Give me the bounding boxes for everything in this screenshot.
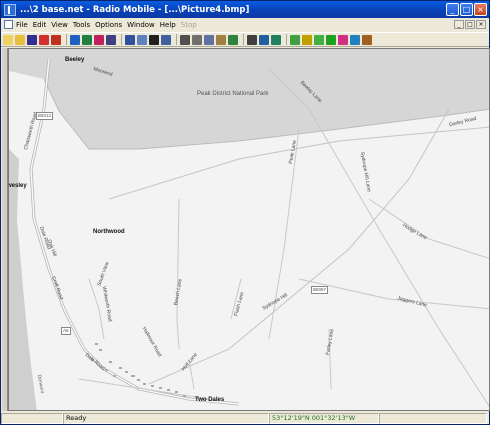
open-icon[interactable] bbox=[15, 34, 25, 45]
place-beeley: Beeley bbox=[65, 57, 85, 63]
menu-options[interactable]: Options bbox=[95, 21, 122, 29]
road-shield-b5057: B5057 bbox=[311, 286, 329, 294]
print-icon[interactable] bbox=[180, 34, 190, 45]
park-label: Peak District National Park bbox=[197, 91, 269, 97]
minimize-button[interactable]: _ bbox=[446, 3, 459, 16]
menu-bar: File Edit View Tools Options Window Help… bbox=[1, 18, 489, 31]
child-minimize-button[interactable]: _ bbox=[454, 20, 464, 29]
layers-icon[interactable] bbox=[216, 34, 226, 45]
frame-icon[interactable] bbox=[247, 34, 257, 45]
child-close-button[interactable]: × bbox=[476, 20, 486, 29]
road-shield-b5012: B5012 bbox=[36, 112, 54, 120]
radar-icon[interactable] bbox=[94, 34, 104, 45]
measure-icon[interactable] bbox=[271, 34, 281, 45]
toolbar-separator bbox=[66, 34, 67, 45]
status-coordinates: 53°12'19"N 001°32'13"W bbox=[269, 413, 379, 424]
menu-file[interactable]: File bbox=[16, 21, 28, 29]
network-icon[interactable] bbox=[39, 34, 49, 45]
grid-icon[interactable] bbox=[125, 34, 135, 45]
paste-icon[interactable] bbox=[204, 34, 214, 45]
link-icon[interactable] bbox=[326, 34, 336, 45]
window-title: ...\2 base.net - Radio Mobile - [...\Pic… bbox=[20, 4, 250, 15]
new-icon[interactable] bbox=[3, 34, 13, 45]
document-icon[interactable] bbox=[4, 20, 13, 29]
menu-view[interactable]: View bbox=[51, 21, 68, 29]
copy-icon[interactable] bbox=[192, 34, 202, 45]
toolbar-separator bbox=[243, 34, 244, 45]
status-state: Ready bbox=[63, 413, 269, 424]
globe-icon[interactable] bbox=[70, 34, 80, 45]
toolbar bbox=[1, 32, 489, 47]
save-icon[interactable] bbox=[27, 34, 37, 45]
status-bar: Ready 53°12'19"N 001°32'13"W bbox=[1, 412, 489, 425]
antenna-icon[interactable] bbox=[290, 34, 300, 45]
page-icon[interactable] bbox=[137, 34, 147, 45]
menu-stop: Stop bbox=[180, 20, 197, 29]
app-window: ...\2 base.net - Radio Mobile - [...\Pic… bbox=[0, 0, 490, 425]
menu-tools[interactable]: Tools bbox=[73, 21, 90, 29]
radio-mobile-app-icon[interactable] bbox=[4, 3, 16, 16]
unit-icon[interactable] bbox=[51, 34, 61, 45]
maximize-button[interactable]: □ bbox=[460, 3, 473, 16]
toolbar-separator bbox=[176, 34, 177, 45]
target-icon[interactable] bbox=[106, 34, 116, 45]
route-icon[interactable] bbox=[338, 34, 348, 45]
place-two-dales: Two Dales bbox=[195, 397, 225, 403]
signal-icon[interactable] bbox=[302, 34, 312, 45]
close-button[interactable]: × bbox=[474, 3, 487, 16]
menu-window[interactable]: Window bbox=[127, 21, 155, 29]
zoom-icon[interactable] bbox=[259, 34, 269, 45]
picture-icon[interactable] bbox=[161, 34, 171, 45]
road-shield-a6: A6 bbox=[61, 327, 71, 335]
map-view[interactable]: Peak District National Park Beeley wesle… bbox=[8, 48, 490, 411]
menu-help[interactable]: Help bbox=[160, 21, 176, 29]
coverage-icon[interactable] bbox=[314, 34, 324, 45]
status-left bbox=[1, 413, 63, 424]
menu-edit[interactable]: Edit bbox=[33, 21, 47, 29]
status-right bbox=[379, 413, 487, 424]
toolbar-separator bbox=[286, 34, 287, 45]
world-icon[interactable] bbox=[350, 34, 360, 45]
map-icon[interactable] bbox=[82, 34, 92, 45]
film-icon[interactable] bbox=[149, 34, 159, 45]
toolbar-separator bbox=[121, 34, 122, 45]
title-bar[interactable]: ...\2 base.net - Radio Mobile - [...\Pic… bbox=[1, 1, 489, 18]
place-northwood: Northwood bbox=[93, 229, 125, 235]
info-icon[interactable] bbox=[362, 34, 372, 45]
child-restore-button[interactable]: □ bbox=[465, 20, 475, 29]
place-wesley: wesley bbox=[8, 183, 27, 189]
export-icon[interactable] bbox=[228, 34, 238, 45]
